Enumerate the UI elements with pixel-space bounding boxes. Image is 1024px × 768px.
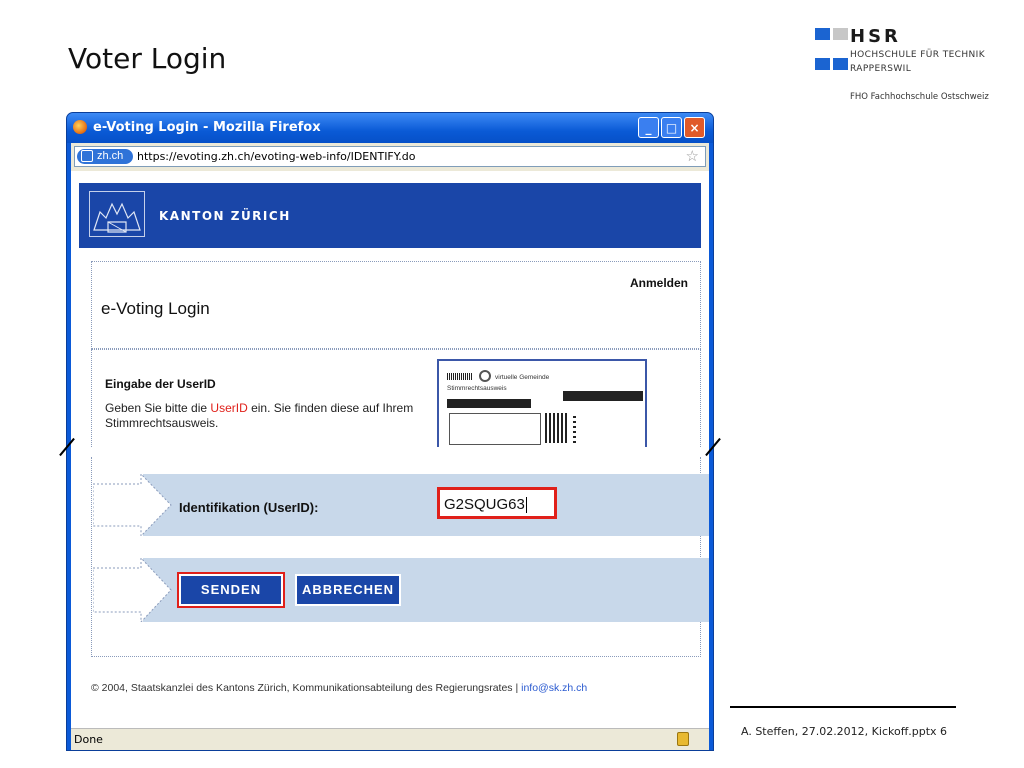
ticket-black-band [447, 399, 531, 408]
logo-square [815, 28, 830, 40]
ticket-black-band [563, 391, 643, 401]
navigation-bar: zh.ch https://evoting.zh.ch/evoting-web-… [71, 143, 709, 171]
barcode-icon [545, 413, 567, 443]
title-bar[interactable]: e-Voting Login - Mozilla Firefox _ □ × [67, 113, 713, 143]
screenshot-break [71, 447, 709, 457]
crest-lions-icon [93, 202, 141, 233]
page-icon [81, 150, 93, 162]
logo-line2: RAPPERSWIL [850, 64, 912, 74]
site-identity-label: zh.ch [97, 150, 124, 162]
hsr-logo [815, 28, 849, 72]
url-field[interactable]: zh.ch https://evoting.zh.ch/evoting-web-… [74, 146, 706, 167]
text-caret [525, 497, 527, 514]
desc-pre: Geben Sie bitte die [105, 401, 211, 415]
minimize-icon[interactable]: _ [638, 117, 659, 138]
ticket-community: virtuelle Gemeinde [495, 374, 550, 381]
logo-square [815, 58, 830, 70]
padlock-icon[interactable] [677, 732, 689, 746]
voter-card-image: virtuelle Gemeinde Stimmrechtsausweis [437, 359, 647, 447]
userid-description: Geben Sie bitte die UserID ein. Sie find… [105, 401, 420, 431]
arrow-icon [93, 558, 172, 622]
maximize-icon[interactable]: □ [661, 117, 682, 138]
barcode-icon [447, 373, 473, 380]
logo-square [833, 58, 848, 70]
send-button[interactable]: SENDEN [177, 572, 285, 608]
canton-name: KANTON ZÜRICH [159, 209, 291, 223]
canton-crest-icon [89, 191, 145, 237]
desc-userid: UserID [210, 401, 248, 415]
userid-input[interactable]: G2SQUG63 [437, 487, 557, 519]
canton-banner: KANTON ZÜRICH [79, 183, 701, 248]
firefox-icon [73, 120, 87, 134]
logo-square [833, 28, 848, 40]
anmelden-link[interactable]: Anmelden [630, 276, 688, 290]
footer-rule [730, 706, 956, 708]
status-text: Done [74, 733, 103, 746]
page-footer: © 2004, Staatskanzlei des Kantons Zürich… [91, 682, 587, 694]
page-content: KANTON ZÜRICH Anmelden e-Voting Login Ei… [71, 171, 709, 728]
logo-name: HSR [850, 26, 901, 47]
footer-text: © 2004, Staatskanzlei des Kantons Zürich… [91, 682, 522, 694]
ticket-tick-strip [573, 413, 576, 443]
url-text: https://evoting.zh.ch/evoting-web-info/I… [137, 150, 416, 163]
userid-label: Identifikation (UserID): [179, 500, 319, 515]
slide-credit: A. Steffen, 27.02.2012, Kickoff.pptx 6 [741, 725, 948, 738]
status-bar: Done [71, 728, 709, 750]
browser-window: e-Voting Login - Mozilla Firefox _ □ × z… [66, 112, 714, 751]
community-logo-icon [479, 370, 491, 382]
arrow-icon [93, 474, 172, 536]
window-title: e-Voting Login - Mozilla Firefox [93, 120, 321, 135]
site-identity-button[interactable]: zh.ch [77, 149, 133, 164]
slide-title: Voter Login [68, 42, 227, 75]
section-title: Eingabe der UserID [105, 377, 216, 391]
cancel-button[interactable]: ABBRECHEN [295, 574, 401, 606]
bookmark-star-icon[interactable]: ☆ [686, 147, 699, 165]
ticket-box [449, 413, 541, 445]
close-icon[interactable]: × [684, 117, 705, 138]
logo-line3: FHO Fachhochschule Ostschweiz [850, 92, 989, 102]
logo-line1: HOCHSCHULE FÜR TECHNIK [850, 50, 986, 60]
userid-value: G2SQUG63 [444, 496, 525, 513]
footer-email-link[interactable]: info@sk.zh.ch [521, 682, 587, 694]
page-heading: e-Voting Login [101, 299, 210, 318]
ticket-doc: Stimmrechtsausweis [447, 385, 507, 392]
